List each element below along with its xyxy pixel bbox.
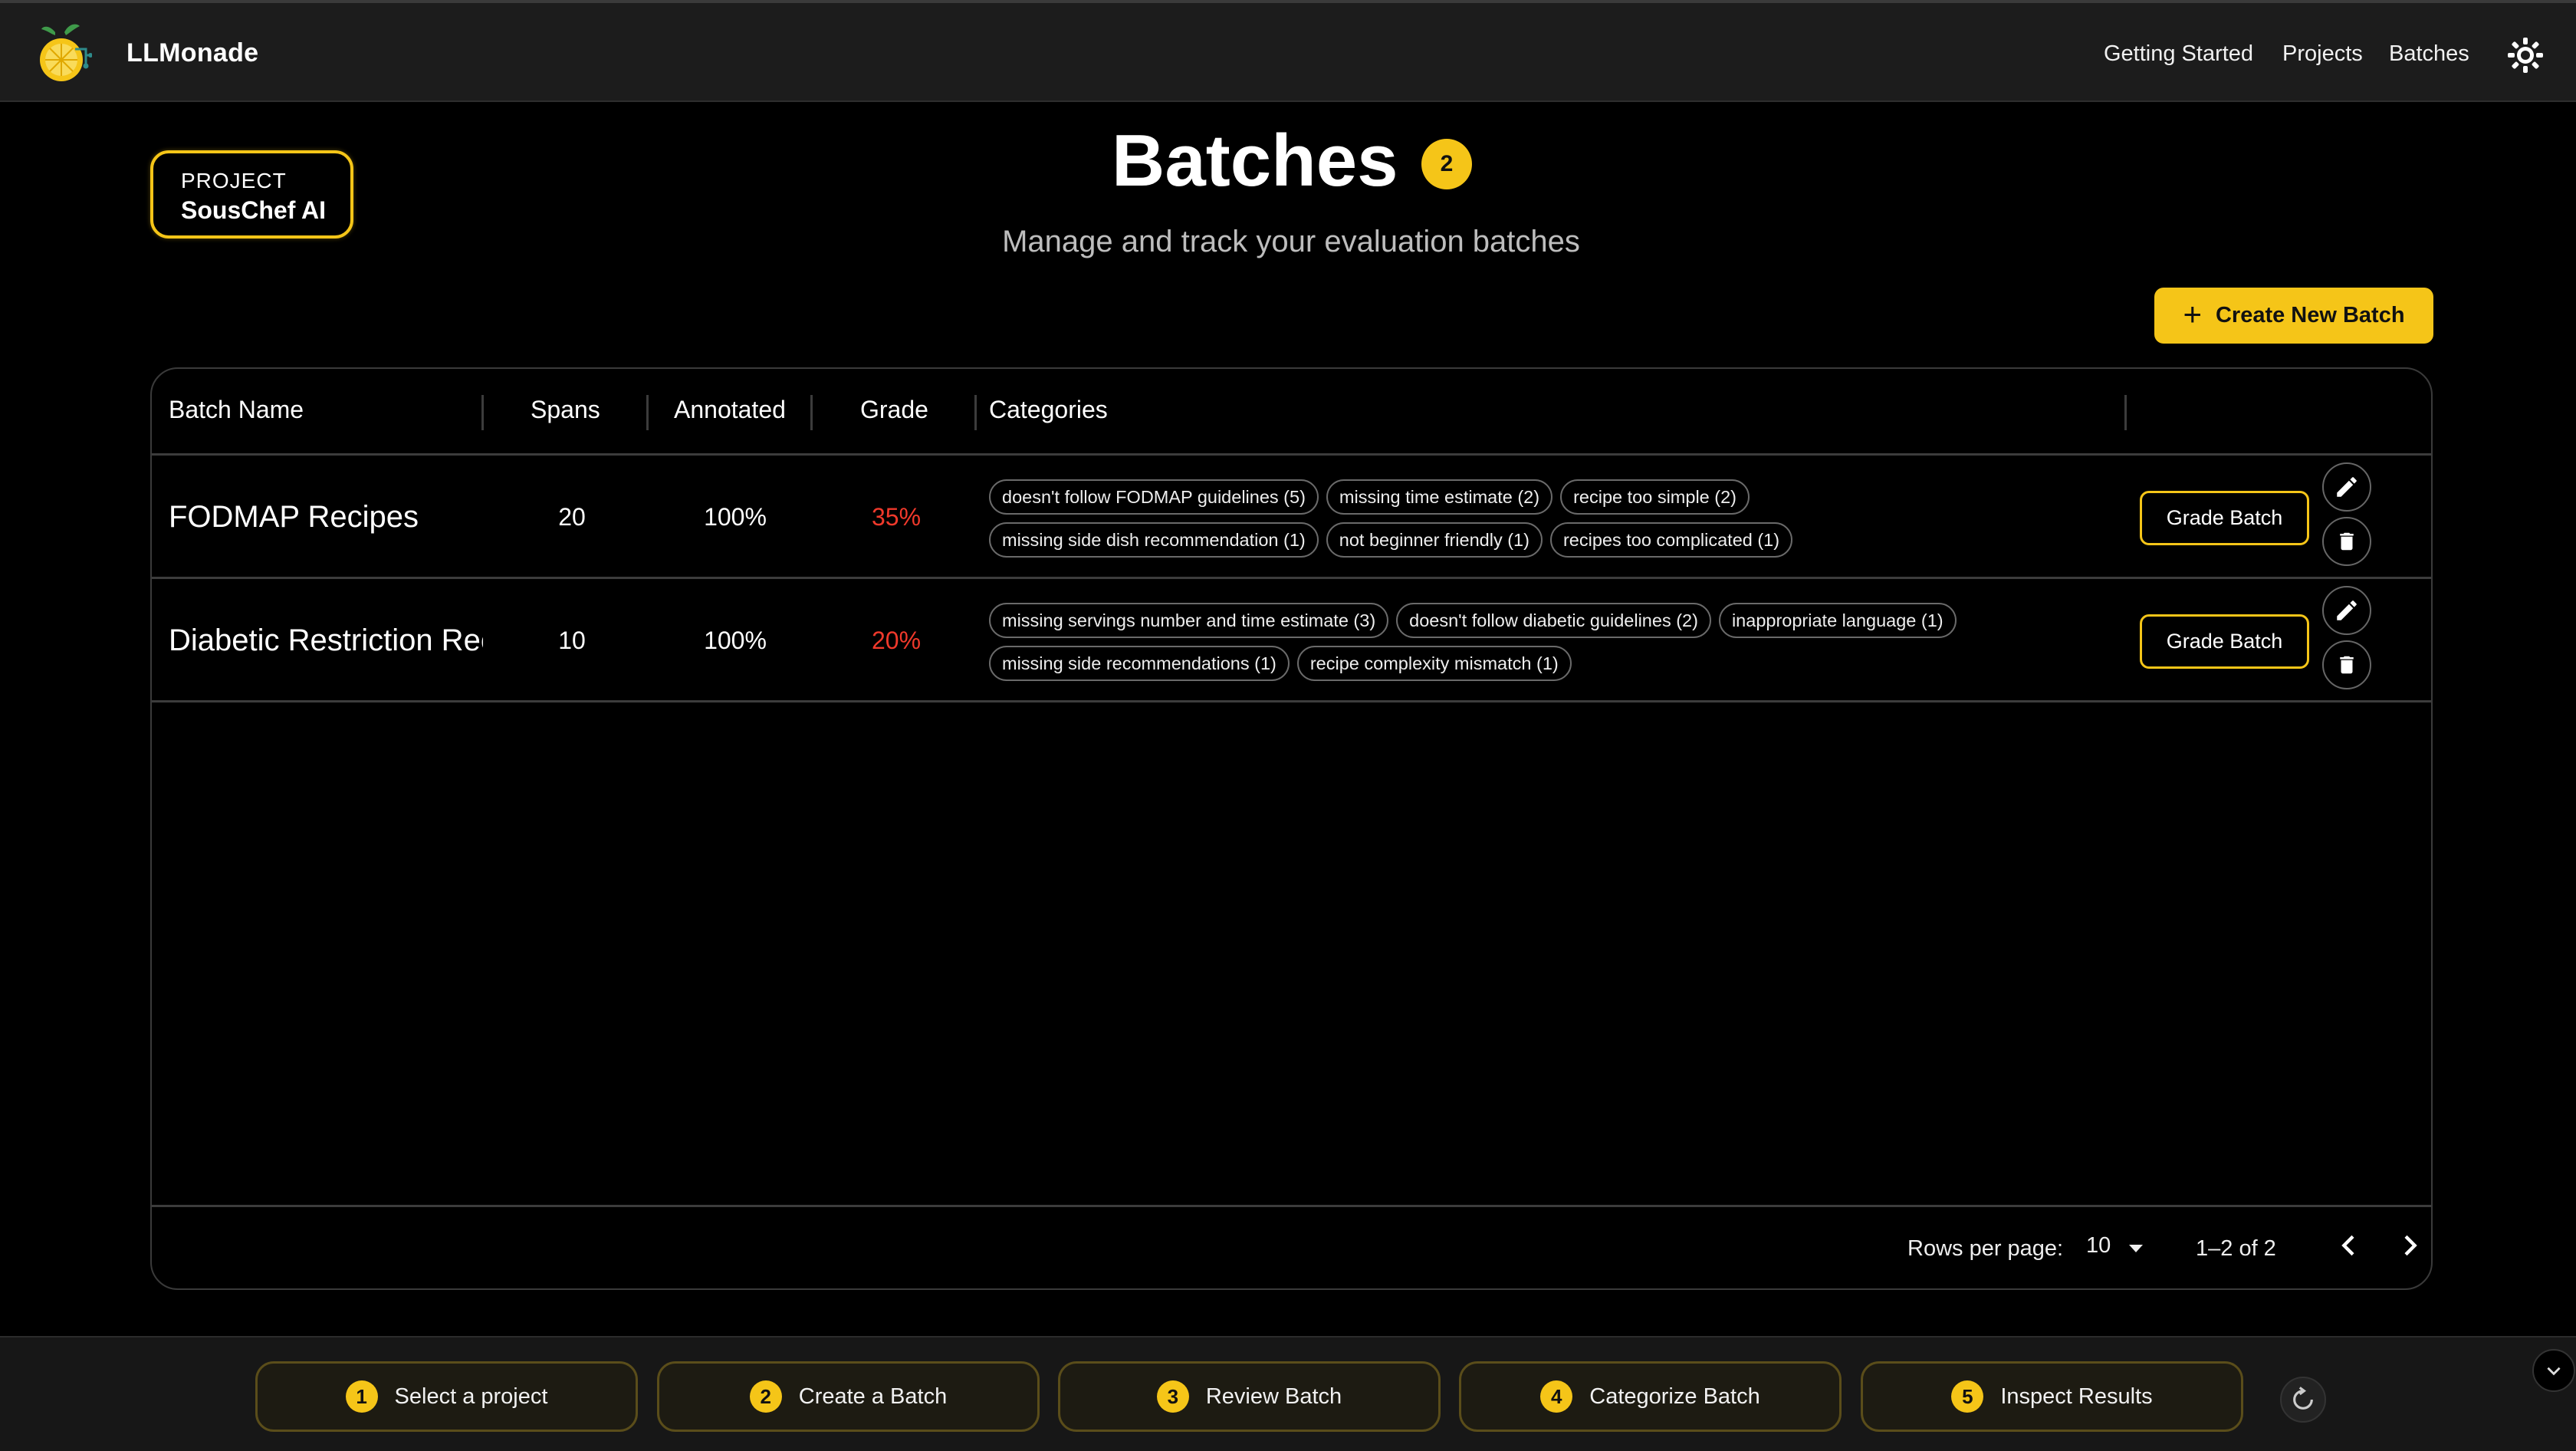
nav-batches[interactable]: Batches	[2389, 41, 2469, 67]
step-label: Review Batch	[1205, 1384, 1342, 1409]
rows-per-page-select[interactable]: 10	[2086, 1233, 2147, 1264]
nav-getting-started[interactable]: Getting Started	[2104, 41, 2253, 67]
column-batch-name[interactable]: Batch Name	[169, 396, 304, 424]
step-label: Select a project	[394, 1384, 548, 1409]
column-categories[interactable]: Categories	[989, 396, 1108, 424]
step-number: 4	[1540, 1380, 1573, 1413]
nav-projects[interactable]: Projects	[2282, 41, 2363, 67]
step-label: Inspect Results	[2000, 1384, 2153, 1409]
grade-value: 35%	[871, 503, 922, 531]
batch-name[interactable]: Diabetic Restriction Recipes	[169, 624, 483, 658]
step-create-batch[interactable]: 2 Create a Batch	[657, 1361, 1040, 1432]
category-chip[interactable]: missing servings number and time estimat…	[989, 603, 1389, 638]
grade-batch-button[interactable]: Grade Batch	[2140, 491, 2309, 545]
step-label: Categorize Batch	[1589, 1384, 1760, 1409]
category-chip[interactable]: recipe too simple (2)	[1560, 479, 1750, 515]
table-row[interactable]: FODMAP Recipes 20 100% 35% doesn't follo…	[152, 456, 2431, 579]
annotated-value: 100%	[704, 627, 767, 654]
trash-icon	[2340, 656, 2354, 674]
page-subtitle: Manage and track your evaluation batches	[1002, 225, 1580, 258]
delete-batch-button[interactable]	[2322, 517, 2371, 566]
rows-per-page-label: Rows per page:	[1907, 1236, 2064, 1261]
trash-icon	[2340, 532, 2354, 551]
category-chip[interactable]: recipe complexity mismatch (1)	[1296, 646, 1572, 681]
step-number: 1	[345, 1380, 378, 1413]
step-select-project[interactable]: 1 Select a project	[255, 1361, 638, 1432]
top-nav: LLMonade Getting Started Projects Batche…	[0, 0, 2576, 102]
category-chip[interactable]: not beginner friendly (1)	[1326, 522, 1543, 558]
column-divider[interactable]	[646, 395, 649, 430]
chevron-down-icon	[2547, 1367, 2561, 1376]
edit-batch-button[interactable]	[2322, 586, 2371, 635]
category-chip[interactable]: recipes too complicated (1)	[1549, 522, 1793, 558]
step-review-batch[interactable]: 3 Review Batch	[1058, 1361, 1441, 1432]
caret-down-icon	[2129, 1245, 2143, 1252]
edit-batch-button[interactable]	[2322, 462, 2371, 512]
category-chip[interactable]: inappropriate language (1)	[1718, 603, 1957, 638]
column-annotated[interactable]: Annotated	[674, 396, 786, 424]
step-number: 5	[1951, 1380, 1984, 1413]
create-new-batch-button[interactable]: + Create New Batch	[2154, 288, 2433, 344]
pagination-range: 1–2 of 2	[2196, 1236, 2276, 1261]
step-categorize-batch[interactable]: 4 Categorize Batch	[1459, 1361, 1842, 1432]
refresh-icon	[2293, 1387, 2313, 1410]
category-chip[interactable]: missing side dish recommendation (1)	[989, 522, 1319, 558]
spans-value: 10	[558, 627, 586, 654]
spans-value: 20	[558, 503, 586, 531]
step-number: 3	[1156, 1380, 1189, 1413]
reset-workflow-button[interactable]	[2280, 1377, 2326, 1423]
category-chip[interactable]: doesn't follow FODMAP guidelines (5)	[989, 479, 1319, 515]
batch-count-badge: 2	[1421, 139, 1472, 189]
step-number: 2	[749, 1380, 782, 1413]
plus-icon: +	[2183, 295, 2202, 332]
category-chip[interactable]: missing side recommendations (1)	[989, 646, 1290, 681]
table-pagination: Rows per page: 10 1–2 of 2	[152, 1205, 2431, 1288]
column-divider[interactable]	[974, 395, 977, 430]
batch-name[interactable]: FODMAP Recipes	[169, 500, 483, 535]
table-row[interactable]: Diabetic Restriction Recipes 10 100% 20%…	[152, 579, 2431, 702]
sun-icon[interactable]	[2507, 37, 2544, 74]
collapse-workflow-button[interactable]	[2532, 1349, 2575, 1392]
category-chips: doesn't follow FODMAP guidelines (5) mis…	[989, 479, 2062, 565]
column-divider[interactable]	[2124, 395, 2127, 430]
batches-table: Batch Name Spans Annotated Grade Categor…	[150, 367, 2433, 1290]
app-name[interactable]: LLMonade	[127, 38, 258, 68]
pencil-icon	[2337, 477, 2357, 497]
category-chips: missing servings number and time estimat…	[989, 603, 2062, 689]
lemon-logo-icon[interactable]	[38, 18, 92, 90]
project-name: SousChef AI	[181, 196, 327, 224]
create-new-batch-label: Create New Batch	[2215, 303, 2405, 327]
pencil-icon	[2337, 600, 2357, 620]
rows-per-page-value: 10	[2086, 1233, 2111, 1258]
project-label: PROJECT	[181, 169, 287, 192]
delete-batch-button[interactable]	[2322, 640, 2371, 689]
step-label: Create a Batch	[798, 1384, 948, 1409]
chevron-right-icon[interactable]	[2394, 1230, 2425, 1261]
annotated-value: 100%	[704, 503, 767, 531]
step-inspect-results[interactable]: 5 Inspect Results	[1861, 1361, 2243, 1432]
page-title: Batches	[1112, 120, 1398, 202]
table-header: Batch Name Spans Annotated Grade Categor…	[152, 369, 2431, 456]
grade-value: 20%	[871, 627, 922, 654]
category-chip[interactable]: missing time estimate (2)	[1326, 479, 1553, 515]
workflow-steps-bar: 1 Select a project 2 Create a Batch 3 Re…	[0, 1336, 2576, 1451]
column-divider[interactable]	[481, 395, 484, 430]
grade-batch-button[interactable]: Grade Batch	[2140, 614, 2309, 669]
column-divider[interactable]	[810, 395, 813, 430]
column-spans[interactable]: Spans	[531, 396, 600, 424]
column-grade[interactable]: Grade	[860, 396, 928, 424]
chevron-left-icon[interactable]	[2334, 1230, 2364, 1261]
category-chip[interactable]: doesn't follow diabetic guidelines (2)	[1396, 603, 1711, 638]
